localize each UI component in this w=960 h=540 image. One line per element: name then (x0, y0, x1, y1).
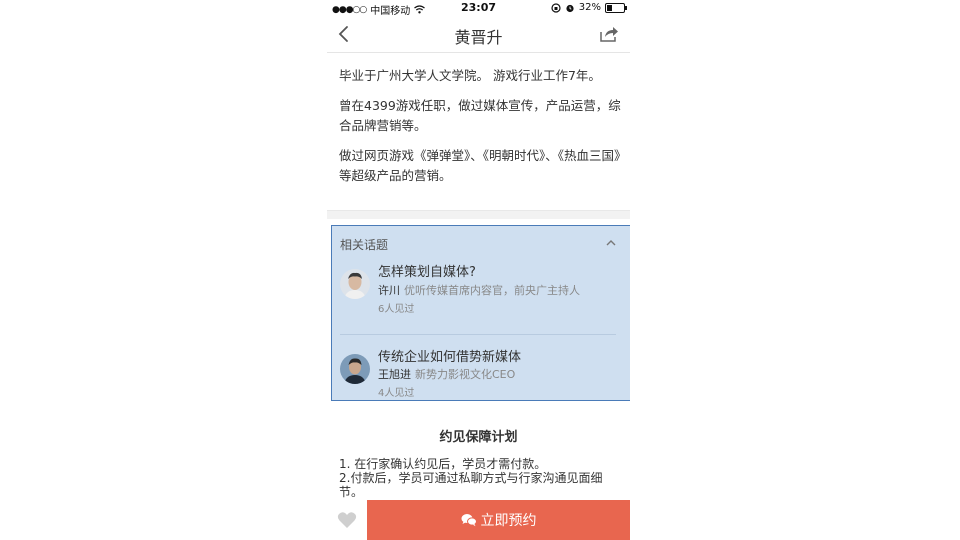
meet-count: 4人见过 (378, 388, 415, 399)
avatar (340, 269, 370, 299)
person-name: 王旭进 (378, 368, 411, 381)
phone-screen: ●●●○○ 中国移动 23:07 32% 黄晋升 毕业于广州大学人文学院。 游戏… (327, 0, 630, 540)
guarantee-item: 2.付款后，学员可通过私聊方式与行家沟通见面细节。 (339, 471, 603, 499)
nav-bar: 黄晋升 (327, 16, 630, 53)
bio-paragraph: 做过网页游戏《弹弹堂》、《明朝时代》、《热血三国》等超级产品的营销。 (339, 148, 621, 183)
person-description: 优听传媒首席内容官，前央广主持人 (404, 284, 580, 297)
chat-bubbles-icon (461, 514, 477, 527)
section-divider (327, 210, 630, 219)
battery-icon (605, 2, 627, 13)
topic-title: 怎样策划自媒体? (378, 265, 476, 280)
guarantee-list: 1. 在行家确认约见后，学员才需付款。 2.付款后，学员可通过私聊方式与行家沟通… (339, 457, 619, 499)
related-topics-panel: 相关话题 怎样策划自媒体? 许川 优听传媒首席内容官，前央广主持人 6人见过 传… (331, 225, 630, 401)
guarantee-item: 1. 在行家确认约见后，学员才需付款。 (339, 457, 547, 471)
page-title: 黄晋升 (454, 28, 503, 47)
book-now-button[interactable]: 立即预约 (367, 500, 630, 540)
person-name: 许川 (378, 284, 400, 297)
topic-item[interactable]: 传统企业如何借势新媒体 王旭进 新势力影视文化CEO 4人见过 (340, 334, 616, 407)
bottom-bar: 立即预约 (327, 500, 630, 540)
book-now-label: 立即预约 (480, 512, 537, 528)
related-topics-header: 相关话题 (340, 238, 389, 252)
bio-text: 毕业于广州大学人文学院。 游戏行业工作7年。 曾在4399游戏任职，做过媒体宣传… (339, 66, 624, 196)
meet-count: 6人见过 (378, 304, 415, 315)
guarantee-title: 约见保障计划 (439, 430, 518, 445)
chevron-up-icon[interactable] (605, 238, 617, 248)
topic-title: 传统企业如何借势新媒体 (378, 350, 522, 365)
alarm-icon (566, 4, 574, 12)
bio-paragraph: 曾在4399游戏任职，做过媒体宣传，产品运营，综合品牌营销等。 (339, 98, 621, 133)
bio-paragraph: 毕业于广州大学人文学院。 游戏行业工作7年。 (339, 68, 601, 83)
share-icon[interactable] (598, 24, 620, 44)
topic-item[interactable]: 怎样策划自媒体? 许川 优听传媒首席内容官，前央广主持人 6人见过 (340, 259, 616, 331)
heart-icon[interactable] (337, 511, 357, 529)
status-bar: ●●●○○ 中国移动 23:07 32% (327, 0, 630, 17)
avatar (340, 354, 370, 384)
person-description: 新势力影视文化CEO (415, 368, 516, 381)
orientation-lock-icon (551, 2, 561, 13)
battery-percent: 32% (578, 2, 601, 13)
